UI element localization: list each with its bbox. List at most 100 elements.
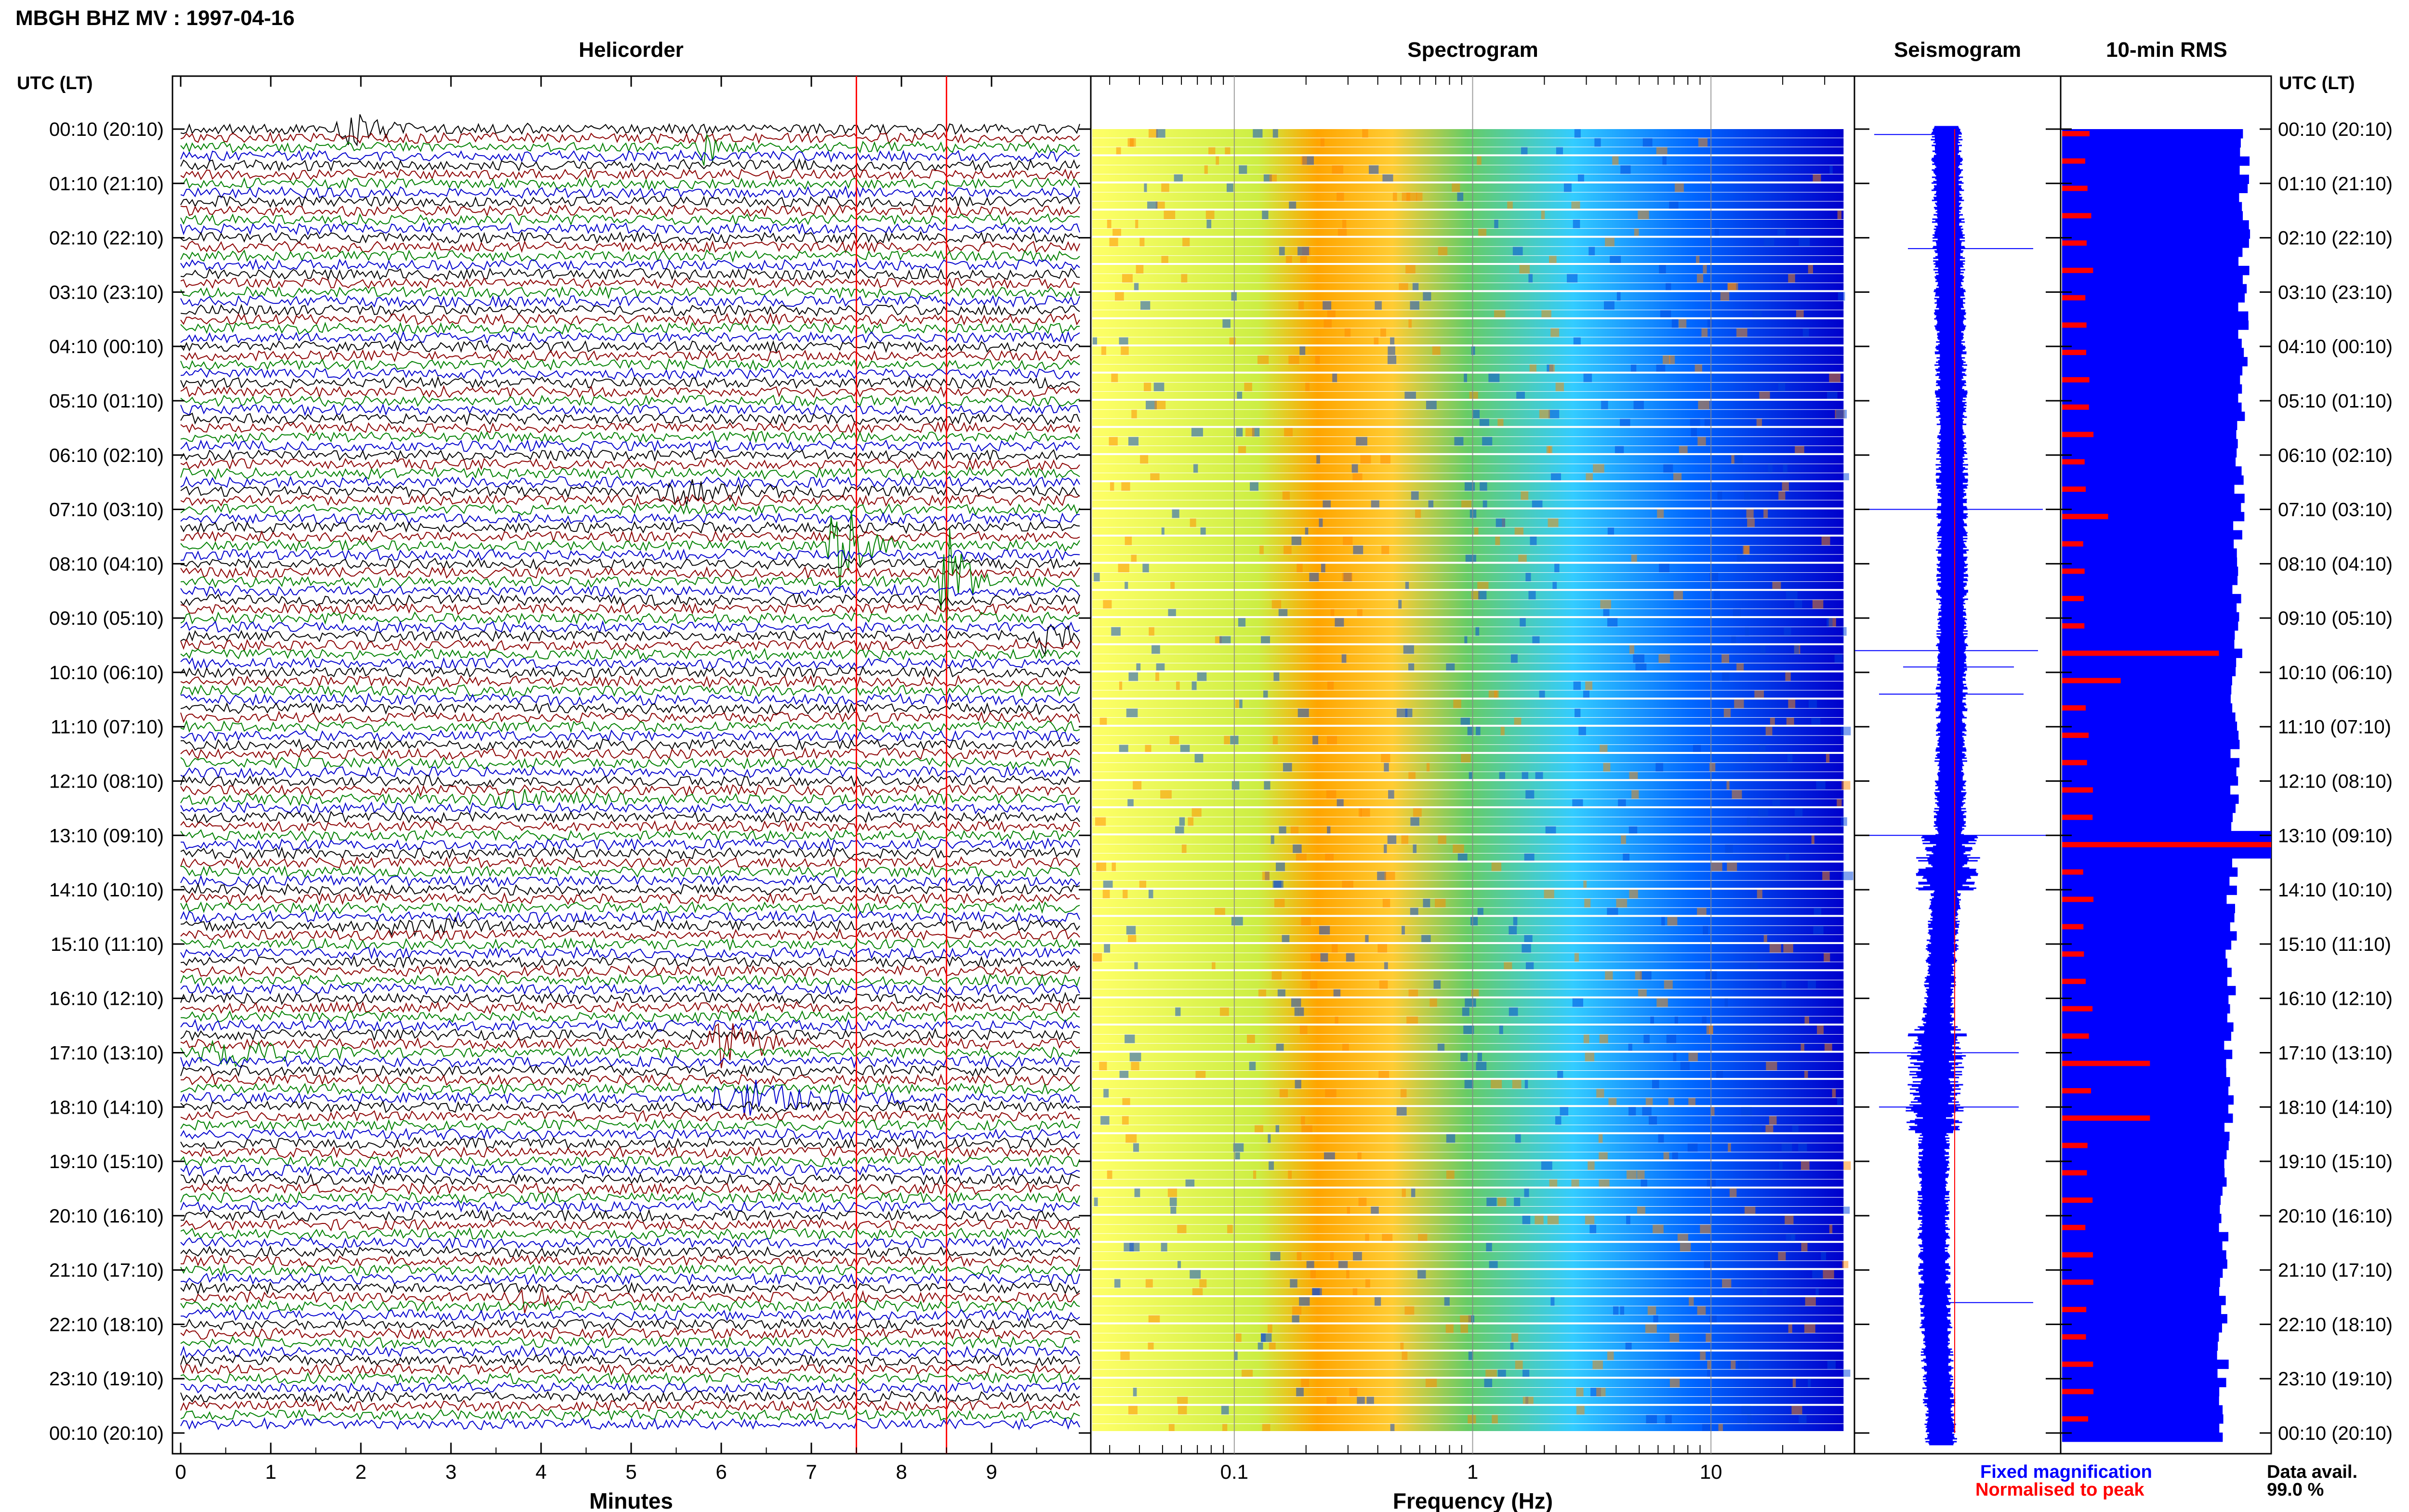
spectrogram-speckle: [1824, 1043, 1832, 1051]
spectrogram-speckle: [1714, 228, 1720, 236]
spectrogram-speckle: [1552, 581, 1557, 589]
rms-bar-fixed: [2062, 794, 2239, 804]
spectrogram-row: [1092, 373, 1844, 382]
rms-bar-fixed: [2062, 1213, 2222, 1223]
rms-bar-fixed: [2062, 384, 2242, 394]
spectrogram-speckle: [1669, 1333, 1680, 1342]
spectrogram-speckle: [1282, 935, 1290, 942]
time-label-right: 09:10 (05:10): [2278, 608, 2393, 629]
spectrogram-speckle: [1103, 881, 1113, 888]
spectrogram-row: [1092, 1016, 1844, 1024]
spectrogram-speckle: [1384, 962, 1388, 970]
spectrogram-speckle: [1122, 274, 1133, 283]
spectrogram-speckle: [1380, 455, 1390, 464]
rms-bar-normalised: [2062, 1088, 2091, 1093]
rms-bar-fixed: [2062, 712, 2236, 722]
rms-bar-fixed: [2062, 940, 2232, 950]
spectrogram-speckle: [1169, 736, 1179, 745]
spectrogram-speckle: [1222, 1424, 1228, 1431]
time-label-right: 20:10 (16:10): [2278, 1206, 2393, 1227]
spectrogram-speckle: [1777, 228, 1786, 236]
time-label-left: 06:10 (02:10): [49, 445, 164, 466]
spectrogram-speckle: [1787, 754, 1793, 763]
spectrogram-speckle: [1785, 1215, 1794, 1224]
rms-bar-fixed: [2062, 749, 2231, 759]
spectrogram-speckle: [1214, 907, 1225, 915]
rms-bar-fixed: [2062, 904, 2235, 913]
spectrogram-speckle: [1607, 618, 1618, 627]
spectrogram-speckle: [1405, 264, 1416, 274]
spectrogram-speckle: [1716, 1071, 1723, 1078]
spectrogram-row: [1092, 156, 1844, 165]
spectrogram-speckle: [1727, 862, 1737, 871]
spectrogram-speckle: [1191, 428, 1203, 437]
spectrogram-speckle: [1842, 1261, 1849, 1268]
rms-bar-normalised: [2062, 486, 2086, 492]
spectrogram-speckle: [1626, 1215, 1630, 1224]
spectrogram-speckle: [1410, 817, 1419, 826]
frequency-tick-label: 10: [1700, 1460, 1722, 1483]
spectrogram-speckle: [1238, 446, 1246, 453]
spectrogram-speckle: [1347, 1207, 1350, 1214]
rms-bar-fixed: [2062, 466, 2242, 476]
rms-bar-fixed: [2062, 275, 2243, 285]
spectrogram-speckle: [1522, 944, 1531, 953]
spectrogram-speckle: [1612, 156, 1619, 165]
spectrogram-speckle: [1140, 301, 1151, 310]
spectrogram-speckle: [1669, 1379, 1680, 1388]
legend-normalised-to-peak: Normalised to peak: [1975, 1480, 2144, 1500]
spectrogram-speckle: [1446, 663, 1455, 671]
spectrogram-speckle: [1550, 1297, 1555, 1306]
spectrogram-speckle: [1330, 609, 1335, 617]
spectrogram-row: [1092, 826, 1844, 834]
spectrogram-speckle: [1571, 201, 1580, 209]
spectrogram-row: [1092, 627, 1844, 636]
spectrogram-speckle: [1270, 1252, 1281, 1261]
helicorder-xlabel: Minutes: [589, 1488, 673, 1512]
spectrogram-speckle: [1226, 183, 1233, 192]
frequency-tick-label: 0.1: [1220, 1460, 1248, 1483]
spectrogram-speckle: [1722, 672, 1730, 681]
time-label-left: 08:10 (04:10): [49, 553, 164, 575]
spectrogram-speckle: [1837, 799, 1842, 806]
rms-bar-normalised: [2062, 322, 2087, 328]
spectrogram-speckle: [1095, 817, 1106, 826]
spectrogram-speckle: [1122, 1098, 1130, 1105]
spectrogram-speckle: [1489, 1261, 1498, 1268]
spectrogram-speckle: [1164, 210, 1176, 219]
spectrogram-row: [1092, 618, 1844, 627]
spectrogram-speckle: [1599, 1179, 1610, 1187]
spectrogram-speckle: [1760, 645, 1766, 654]
spectrogram-speckle: [1700, 1224, 1711, 1234]
spectrogram-speckle: [1139, 881, 1147, 888]
spectrogram-speckle: [1507, 201, 1513, 209]
spectrogram-speckle: [1460, 717, 1470, 725]
rms-bar-fixed: [2062, 348, 2244, 357]
spectrogram-speckle: [1638, 210, 1649, 219]
spectrogram-speckle: [1589, 1224, 1597, 1234]
spectrogram-row: [1092, 1270, 1844, 1279]
spectrogram-speckle: [1599, 1152, 1608, 1160]
legend-fixed-magnification: Fixed magnification: [1980, 1462, 2152, 1482]
spectrogram-speckle: [1400, 1342, 1404, 1350]
rms-bar-fixed: [2062, 576, 2238, 585]
spectrogram-speckle: [1673, 591, 1683, 600]
spectrogram-row: [1092, 781, 1844, 790]
spectrogram-speckle: [1528, 274, 1533, 283]
spectrogram-speckle: [1525, 573, 1531, 581]
rms-bar-fixed: [2062, 1077, 2230, 1087]
spectrogram-speckle: [1666, 1034, 1677, 1043]
spectrogram-speckle: [1749, 962, 1758, 970]
spectrogram-speckle: [1335, 618, 1344, 627]
spectrogram-speckle: [1530, 536, 1537, 545]
spectrogram-speckle: [1126, 709, 1138, 717]
spectrogram-speckle: [1599, 1034, 1608, 1043]
spectrogram-speckle: [1320, 953, 1328, 962]
rms-bar-normalised: [2062, 760, 2087, 765]
spectrogram-speckle: [1231, 781, 1240, 790]
spectrogram-speckle: [1478, 228, 1487, 236]
spectrogram-speckle: [1380, 328, 1386, 337]
time-label-left: 15:10 (11:10): [51, 934, 164, 955]
rms-bar-fixed: [2062, 876, 2230, 886]
spectrogram-row: [1092, 1161, 1844, 1170]
